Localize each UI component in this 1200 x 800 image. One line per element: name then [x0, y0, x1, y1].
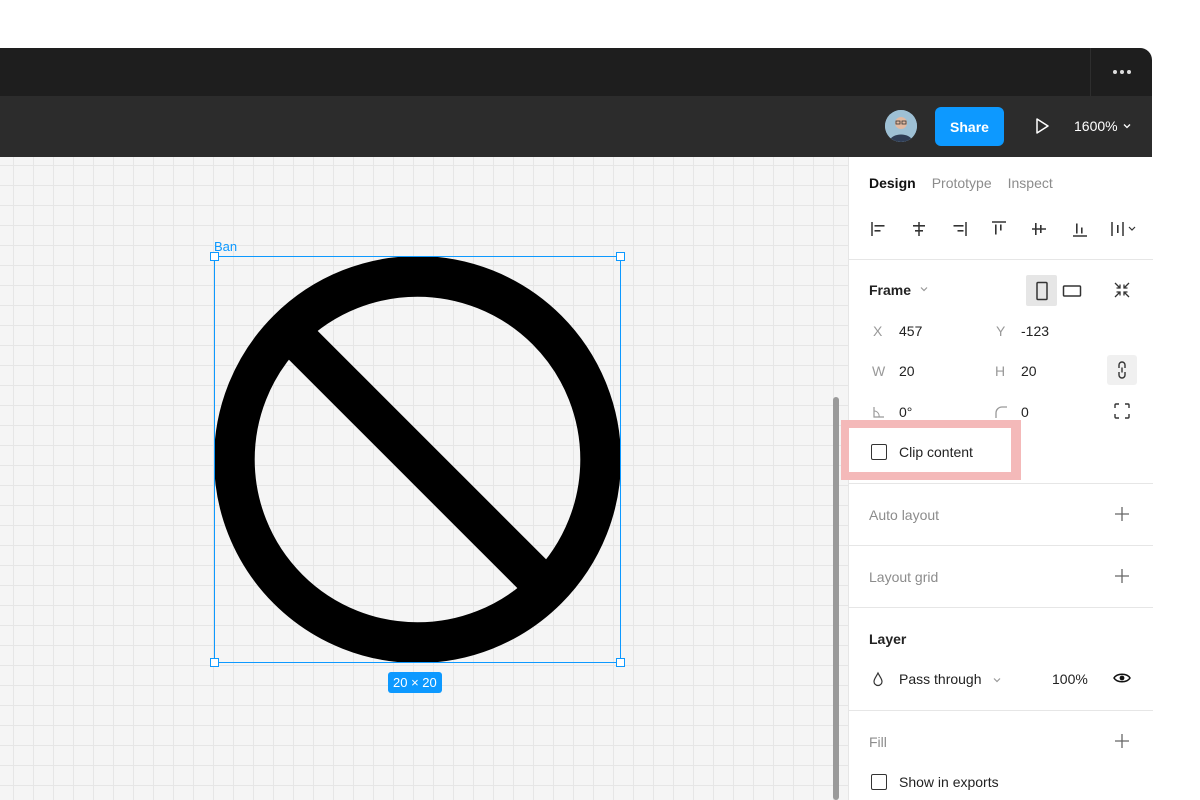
independent-corners-icon[interactable]: [1113, 402, 1131, 420]
resize-handle-top-left[interactable]: [210, 252, 219, 261]
distribute-button[interactable]: [1110, 217, 1141, 241]
frame-section-title[interactable]: Frame: [869, 282, 911, 298]
link-icon: [1118, 361, 1126, 379]
landscape-icon: [1062, 285, 1082, 297]
h-input[interactable]: 20: [1021, 363, 1037, 379]
chevron-down-icon[interactable]: [919, 284, 929, 294]
alignment-toolbar: [869, 217, 1141, 241]
add-fill-plus-icon[interactable]: [1113, 732, 1131, 750]
size-badge: 20 × 20: [388, 672, 442, 693]
constrain-proportions-button[interactable]: [1107, 355, 1137, 385]
toolbar: Share 1600%: [0, 96, 1152, 157]
align-horizontal-center-icon: [913, 222, 926, 236]
resize-handle-bottom-left[interactable]: [210, 658, 219, 667]
portrait-icon: [1035, 281, 1048, 300]
play-icon: [1036, 118, 1049, 134]
canvas-scrollbar[interactable]: [833, 397, 839, 800]
clip-content-label: Clip content: [899, 444, 973, 460]
align-bottom-button[interactable]: [1070, 217, 1110, 241]
align-top-button[interactable]: [989, 217, 1029, 241]
zoom-level: 1600%: [1074, 118, 1118, 134]
rotation-icon: [873, 407, 884, 418]
align-vertical-center-icon: [1032, 223, 1047, 235]
tab-design[interactable]: Design: [869, 175, 916, 191]
divider: [849, 545, 1153, 546]
avatar[interactable]: [885, 110, 917, 142]
landscape-orientation-button[interactable]: [1062, 281, 1082, 301]
align-horizontal-center-button[interactable]: [909, 217, 949, 241]
y-label: Y: [996, 323, 1006, 339]
rotation-input[interactable]: 0°: [899, 404, 912, 420]
w-input[interactable]: 20: [899, 363, 915, 379]
divider: [849, 259, 1153, 260]
show-in-exports-label: Show in exports: [899, 774, 999, 790]
panel-tabs: Design Prototype Inspect: [869, 175, 1053, 191]
align-right-icon: [953, 222, 967, 236]
selection-box: [214, 256, 621, 663]
y-input[interactable]: -123: [1021, 323, 1049, 339]
w-label: W: [872, 363, 886, 379]
corner-radius-icon: [995, 406, 1007, 418]
add-auto-layout-plus-icon[interactable]: [1113, 505, 1131, 523]
portrait-orientation-button[interactable]: [1026, 275, 1057, 306]
zoom-dropdown[interactable]: 1600%: [1074, 114, 1132, 138]
clip-content-checkbox[interactable]: [871, 444, 887, 460]
resize-to-fit-button[interactable]: [1113, 281, 1131, 299]
collapse-icon: [1114, 282, 1130, 298]
divider: [849, 483, 1153, 484]
align-left-icon: [871, 222, 885, 236]
resize-handle-bottom-right[interactable]: [616, 658, 625, 667]
auto-layout-title[interactable]: Auto layout: [869, 507, 939, 523]
show-in-exports-checkbox[interactable]: [871, 774, 887, 790]
align-vertical-center-button[interactable]: [1029, 217, 1069, 241]
align-left-button[interactable]: [869, 217, 909, 241]
layer-section-title: Layer: [869, 631, 907, 647]
corner-radius-input[interactable]: 0: [1021, 404, 1029, 420]
design-panel: Design Prototype Inspect Frame X 457 Y -…: [841, 157, 1153, 800]
more-options-button[interactable]: [1090, 48, 1152, 96]
eye-icon[interactable]: [1113, 671, 1131, 685]
align-top-icon: [992, 221, 1007, 235]
user-avatar-icon: [885, 110, 917, 142]
divider: [849, 607, 1153, 608]
chevron-down-icon[interactable]: [992, 675, 1002, 685]
present-button[interactable]: [1030, 114, 1054, 138]
divider: [849, 710, 1153, 711]
share-button[interactable]: Share: [935, 107, 1004, 146]
align-right-button[interactable]: [949, 217, 989, 241]
tab-inspect[interactable]: Inspect: [1008, 175, 1053, 191]
distribute-icon: [1110, 222, 1136, 236]
resize-handle-top-right[interactable]: [616, 252, 625, 261]
add-layout-grid-plus-icon[interactable]: [1113, 567, 1131, 585]
blend-mode-drop-icon: [873, 671, 883, 687]
tab-prototype[interactable]: Prototype: [932, 175, 992, 191]
title-bar: [0, 48, 1152, 96]
more-icon: [1112, 70, 1131, 74]
x-label: X: [873, 323, 883, 339]
chevron-down-icon: [1123, 124, 1131, 129]
align-bottom-icon: [1072, 223, 1087, 237]
fill-section-title[interactable]: Fill: [869, 734, 887, 750]
layer-opacity-input[interactable]: 100%: [1052, 671, 1088, 687]
blend-mode-dropdown[interactable]: Pass through: [899, 671, 982, 687]
h-label: H: [995, 363, 1006, 379]
x-input[interactable]: 457: [899, 323, 922, 339]
layout-grid-title[interactable]: Layout grid: [869, 569, 938, 585]
